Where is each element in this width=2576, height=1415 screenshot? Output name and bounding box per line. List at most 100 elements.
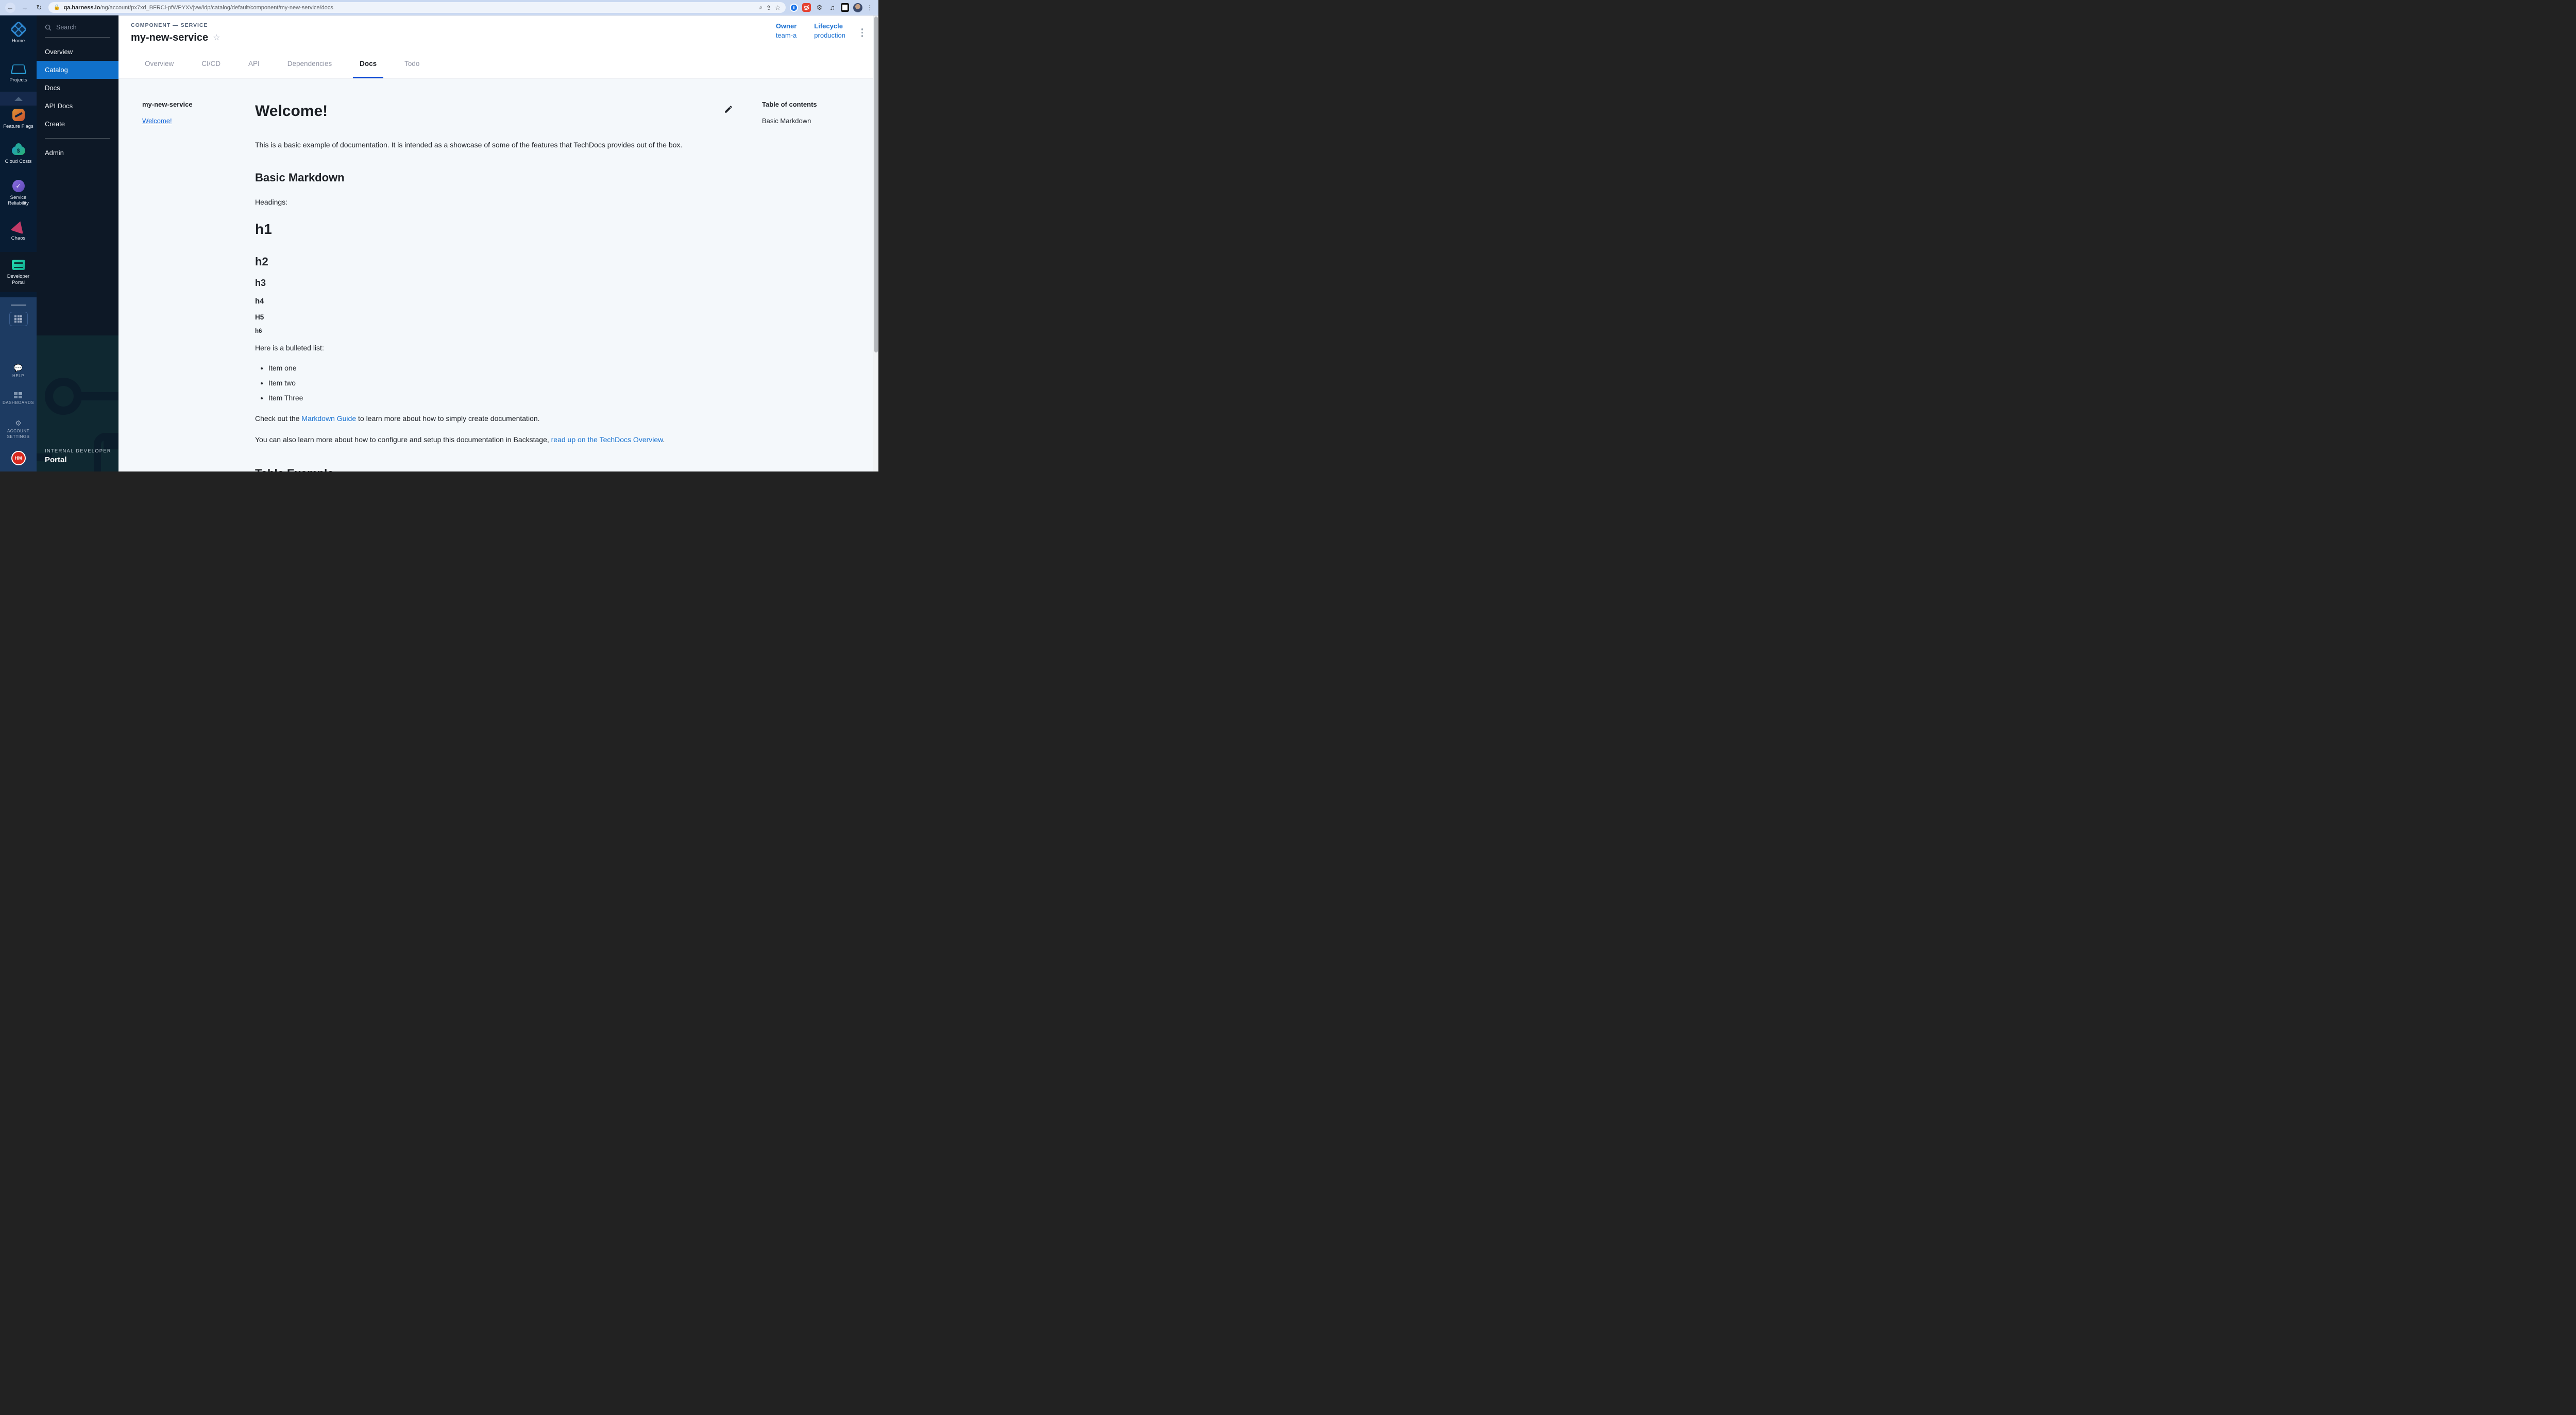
extension-1password-icon[interactable] bbox=[790, 4, 798, 12]
extension-sidebar-icon[interactable] bbox=[841, 3, 849, 12]
entity-tabs: Overview CI/CD API Dependencies Docs Tod… bbox=[118, 48, 878, 79]
tab-cicd[interactable]: CI/CD bbox=[188, 48, 234, 78]
tab-api[interactable]: API bbox=[234, 48, 274, 78]
text: . bbox=[663, 435, 665, 444]
module-label: Developer Portal bbox=[1, 274, 36, 286]
apps-grid-icon bbox=[14, 315, 22, 323]
docs-right-column: Table of contents Basic Markdown bbox=[724, 100, 878, 471]
owner-meta: Owner team-a bbox=[776, 22, 796, 39]
chaos-icon bbox=[10, 220, 27, 234]
idp-sidebar-footer: INTERNAL DEVELOPER Portal bbox=[37, 335, 118, 471]
sidebar-item-developer-portal[interactable]: Developer Portal bbox=[0, 252, 37, 292]
sidebar-item-help[interactable]: 💬 HELP bbox=[12, 364, 24, 379]
portal-brand: INTERNAL DEVELOPER Portal bbox=[45, 448, 111, 464]
tab-dependencies[interactable]: Dependencies bbox=[274, 48, 346, 78]
list-label: Here is a bulleted list: bbox=[255, 343, 695, 353]
lifecycle-value[interactable]: production bbox=[814, 31, 845, 39]
headings-label: Headings: bbox=[255, 197, 695, 208]
lifecycle-label[interactable]: Lifecycle bbox=[814, 22, 845, 30]
gear-icon: ⚙ bbox=[15, 419, 22, 427]
url-domain: qa.harness.io bbox=[63, 5, 100, 11]
sidebar-item-feature-flags[interactable]: Feature Flags bbox=[0, 105, 37, 133]
sidebar-item-admin[interactable]: Admin bbox=[37, 144, 118, 162]
text: You can also learn more about how to con… bbox=[255, 435, 551, 444]
footer-label: ACCOUNT SETTINGS bbox=[4, 428, 33, 440]
sidebar-item-dashboards[interactable]: DASHBOARDS bbox=[3, 392, 34, 406]
sidebar-item-api-docs[interactable]: API Docs bbox=[37, 97, 118, 115]
markdown-guide-link[interactable]: Markdown Guide bbox=[301, 414, 356, 423]
extension-todoist-icon[interactable] bbox=[802, 3, 811, 12]
divider bbox=[45, 37, 110, 38]
idp-nav: Overview Catalog Docs API Docs Create Ad… bbox=[37, 43, 118, 162]
techdocs-overview-link[interactable]: read up on the TechDocs Overview bbox=[551, 435, 663, 444]
browser-profile-avatar[interactable] bbox=[853, 3, 862, 12]
footer-label: HELP bbox=[12, 373, 24, 379]
page-scrollbar[interactable] bbox=[873, 15, 878, 471]
tab-docs[interactable]: Docs bbox=[346, 48, 391, 78]
owner-label[interactable]: Owner bbox=[776, 22, 796, 30]
sidebar-item-docs[interactable]: Docs bbox=[37, 79, 118, 97]
section-basic-markdown: Basic Markdown bbox=[255, 171, 695, 184]
sidebar-item-catalog[interactable]: Catalog bbox=[37, 61, 118, 79]
cloud-costs-icon: $ bbox=[12, 146, 25, 155]
main-panel: COMPONENT — SERVICE my-new-service ☆ Own… bbox=[118, 15, 878, 471]
sidebar-item-overview[interactable]: Overview bbox=[37, 43, 118, 61]
sample-h6: h6 bbox=[255, 328, 695, 334]
favorite-star-icon[interactable]: ☆ bbox=[213, 34, 220, 42]
docs-nav: my-new-service Welcome! bbox=[142, 100, 231, 471]
edit-docs-button[interactable] bbox=[724, 105, 733, 114]
sidebar-item-account-settings[interactable]: ⚙ ACCOUNT SETTINGS bbox=[4, 419, 33, 440]
sample-h5: H5 bbox=[255, 313, 695, 321]
pencil-icon bbox=[724, 105, 733, 114]
feature-flags-icon bbox=[12, 109, 25, 121]
scrollbar-thumb[interactable] bbox=[874, 16, 878, 352]
sample-h1: h1 bbox=[255, 221, 695, 238]
sidebar-item-projects[interactable]: Projects bbox=[0, 59, 37, 87]
app-window: ← → ↻ 🔒 qa.harness.io/ng/account/px7xd_B… bbox=[0, 0, 878, 471]
docs-nav-link-welcome[interactable]: Welcome! bbox=[142, 117, 172, 125]
module-label: Home bbox=[12, 38, 25, 44]
section-table-example: Table Example bbox=[255, 467, 695, 471]
browser-reload-icon[interactable]: ↻ bbox=[34, 3, 44, 13]
help-icon: 💬 bbox=[14, 364, 23, 372]
url-path: /ng/account/px7xd_BFRCi-pfWPYXVjvw/idp/c… bbox=[100, 5, 333, 11]
sidebar-item-cloud-costs[interactable]: $ Cloud Costs bbox=[0, 140, 37, 168]
url-bar[interactable]: 🔒 qa.harness.io/ng/account/px7xd_BFRCi-p… bbox=[48, 2, 786, 13]
table-of-contents: Table of contents Basic Markdown bbox=[762, 100, 817, 125]
share-icon[interactable]: ⇪ bbox=[766, 4, 771, 11]
page-title: my-new-service bbox=[131, 32, 208, 44]
text: Check out the bbox=[255, 414, 301, 423]
module-label: Cloud Costs bbox=[5, 159, 32, 165]
toc-title: Table of contents bbox=[762, 100, 817, 108]
sidebar-item-home[interactable]: Home bbox=[0, 20, 37, 47]
lock-icon: 🔒 bbox=[54, 5, 60, 10]
list-item: Item one bbox=[268, 364, 695, 372]
browser-forward-icon[interactable]: → bbox=[20, 3, 30, 13]
zoom-page-icon[interactable]: ⌕ bbox=[759, 4, 762, 11]
entity-menu-icon[interactable] bbox=[861, 27, 863, 39]
text: to learn more about how to simply create… bbox=[356, 414, 539, 423]
toc-item-basic-markdown[interactable]: Basic Markdown bbox=[762, 117, 817, 125]
sidebar-item-service-reliability[interactable]: ✓ Service Reliability bbox=[0, 176, 37, 210]
article-title: Welcome! bbox=[255, 103, 695, 120]
divider bbox=[11, 305, 26, 306]
extension-playlist-icon[interactable]: ♫ bbox=[828, 3, 837, 12]
sidebar-search[interactable]: Search bbox=[37, 15, 118, 37]
list-item: Item Three bbox=[268, 394, 695, 402]
browser-menu-icon[interactable]: ⋮ bbox=[867, 4, 873, 12]
module-sidebar: Home Projects Feature Flags $ Cloud Cost… bbox=[0, 15, 37, 471]
owner-value[interactable]: team-a bbox=[776, 31, 796, 39]
apps-grid-button[interactable] bbox=[9, 312, 28, 326]
module-scroll-up[interactable] bbox=[0, 92, 37, 106]
tab-todo[interactable]: Todo bbox=[391, 48, 433, 78]
browser-back-icon[interactable]: ← bbox=[5, 3, 15, 13]
bookmark-star-icon[interactable]: ☆ bbox=[775, 4, 781, 11]
sidebar-item-create[interactable]: Create bbox=[37, 115, 118, 133]
user-avatar[interactable]: HM bbox=[11, 451, 26, 465]
techdocs-paragraph: You can also learn more about how to con… bbox=[255, 434, 695, 445]
tab-overview[interactable]: Overview bbox=[131, 48, 188, 78]
app-body: Home Projects Feature Flags $ Cloud Cost… bbox=[0, 15, 878, 471]
extensions-puzzle-icon[interactable]: ⚙︎ bbox=[815, 3, 824, 12]
sidebar-item-chaos[interactable]: Chaos bbox=[0, 217, 37, 245]
docs-nav-title: my-new-service bbox=[142, 100, 231, 108]
